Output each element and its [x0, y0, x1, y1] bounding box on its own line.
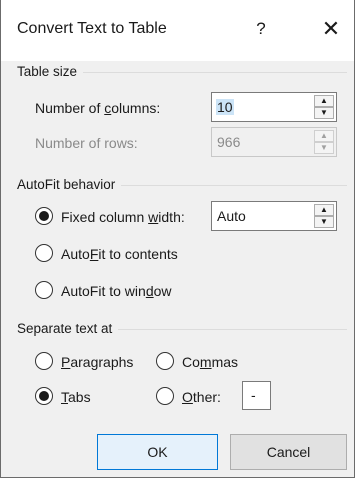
help-icon: ? — [256, 19, 266, 38]
ok-button[interactable]: OK — [97, 434, 218, 470]
rows-increment-button: ▲ — [314, 130, 334, 142]
commas-radio[interactable] — [156, 352, 174, 370]
tabs-radio[interactable] — [35, 387, 53, 405]
rows-spinner: 966 ▲ ▼ — [211, 127, 337, 157]
autofit-heading: AutoFit behavior — [17, 177, 122, 192]
columns-decrement-button[interactable]: ▼ — [314, 107, 334, 119]
fixed-column-width-radio[interactable] — [35, 207, 53, 225]
columns-increment-button[interactable]: ▲ — [314, 95, 334, 107]
cancel-button[interactable]: Cancel — [230, 434, 347, 470]
rows-decrement-button: ▼ — [314, 142, 334, 154]
spin-up-icon: ▲ — [320, 131, 328, 140]
spin-up-icon: ▲ — [320, 205, 328, 214]
radio-selected-dot — [39, 211, 49, 221]
spin-down-icon: ▼ — [320, 217, 328, 226]
paragraphs-radio[interactable] — [35, 352, 53, 370]
column-width-increment-button[interactable]: ▲ — [314, 204, 334, 216]
table-size-heading: Table size — [17, 64, 84, 79]
title-bar: Convert Text to Table ? ✕ — [1, 0, 354, 61]
close-icon: ✕ — [321, 16, 341, 41]
paragraphs-label[interactable]: Paragraphs — [61, 354, 133, 370]
rows-label: Number of rows: — [35, 135, 138, 151]
close-button[interactable]: ✕ — [311, 12, 351, 46]
help-button[interactable]: ? — [241, 12, 281, 46]
dialog-title: Convert Text to Table — [17, 20, 167, 37]
column-width-spin-buttons: ▲ ▼ — [314, 204, 334, 228]
columns-input[interactable]: 10 — [216, 99, 234, 115]
other-separator-input[interactable]: - — [242, 381, 271, 410]
column-width-decrement-button[interactable]: ▼ — [314, 216, 334, 228]
autofit-window-label[interactable]: AutoFit to window — [61, 283, 172, 299]
autofit-contents-label[interactable]: AutoFit to contents — [61, 246, 178, 262]
column-width-input[interactable]: Auto — [217, 208, 246, 224]
dialog-body: Table size Number of columns: 10 ▲ ▼ Num… — [1, 61, 354, 477]
spin-down-icon: ▼ — [320, 143, 328, 152]
other-radio[interactable] — [156, 387, 174, 405]
autofit-window-radio[interactable] — [35, 281, 53, 299]
columns-spinner[interactable]: 10 ▲ ▼ — [211, 92, 337, 122]
other-label[interactable]: Other: — [182, 389, 221, 405]
tabs-label[interactable]: Tabs — [61, 389, 91, 405]
rows-input: 966 — [217, 134, 241, 150]
column-width-spinner[interactable]: Auto ▲ ▼ — [211, 201, 337, 231]
spin-up-icon: ▲ — [320, 96, 328, 105]
radio-selected-dot — [39, 391, 49, 401]
columns-spin-buttons: ▲ ▼ — [314, 95, 334, 119]
convert-text-to-table-dialog: Convert Text to Table ? ✕ Table size Num… — [0, 0, 355, 478]
rows-spin-buttons: ▲ ▼ — [314, 130, 334, 154]
fixed-column-width-label[interactable]: Fixed column width: — [61, 209, 185, 225]
columns-label: Number of columns: — [35, 100, 161, 116]
commas-label[interactable]: Commas — [182, 354, 238, 370]
separate-heading: Separate text at — [17, 321, 119, 336]
autofit-contents-radio[interactable] — [35, 244, 53, 262]
spin-down-icon: ▼ — [320, 108, 328, 117]
